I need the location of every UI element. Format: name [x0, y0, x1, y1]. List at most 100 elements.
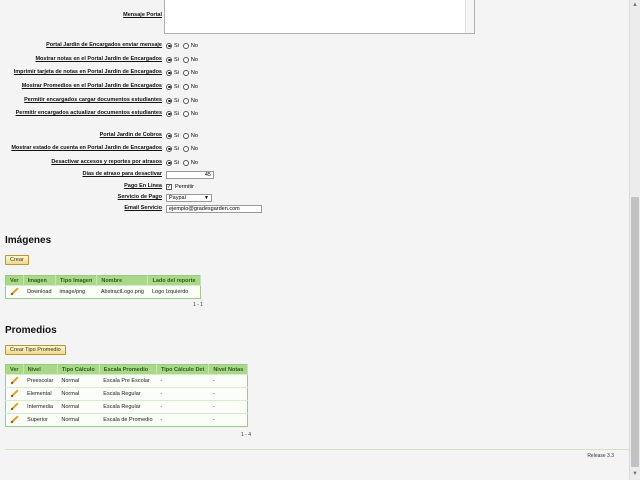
radio-no[interactable] [182, 56, 189, 63]
column-header: Tipo Cálculo Det [156, 364, 210, 375]
column-header: Imagen [23, 275, 57, 286]
table-cell: Intermedia [23, 400, 58, 414]
footer-divider [5, 449, 629, 450]
edit-pencil-icon[interactable] [10, 389, 19, 398]
radio-yes-label: Si [174, 56, 179, 63]
table-cell: image/png [55, 285, 97, 299]
radio-yes[interactable] [166, 110, 172, 117]
table-cell: Preescolar [23, 374, 58, 388]
days-input[interactable]: 45 [166, 170, 214, 179]
table-cell: Elemental [23, 387, 58, 401]
radio-no[interactable] [182, 145, 189, 152]
radio-yes-label: Si [174, 159, 179, 166]
radio-no[interactable] [182, 42, 189, 49]
edit-pencil-icon[interactable] [10, 415, 19, 424]
averages-table-header: Ver Nivel Tipo Cálculo Escala Promedio Tipo … [5, 364, 249, 375]
column-header: Escala Promedio [99, 364, 158, 375]
create-average-type-button[interactable]: Crear Tipo Promedio [5, 345, 66, 355]
table-cell: Escala Regular [99, 387, 157, 401]
pay-service-select[interactable]: Paypal ▼ [166, 193, 212, 202]
radio-setting-label: Mostrar notas en el Portal Jardin de Enc… [35, 56, 162, 62]
table-cell[interactable]: Download [23, 285, 56, 299]
radio-yes[interactable] [166, 159, 172, 166]
radio-yes[interactable] [166, 42, 172, 49]
radio-yes-label: Si [174, 83, 179, 90]
table-cell: Escala de Promedio [99, 413, 157, 427]
column-header: Lado del reporte [147, 275, 201, 286]
table-cell: - [156, 400, 209, 414]
table-cell: - [208, 374, 248, 388]
table-cell: Normal [57, 413, 100, 427]
email-service-row: Email Servicio ejemplo@gradesgarden.com [0, 204, 629, 213]
online-pay-checkbox[interactable]: ✓ [166, 183, 172, 190]
radio-setting-label: Portal Jardin de Encargados enviar mensa… [46, 42, 162, 48]
column-header: Nivel Notas [208, 364, 249, 375]
radio-yes-label: Si [174, 145, 179, 152]
radio-no[interactable] [182, 97, 189, 104]
radio-no[interactable] [182, 83, 189, 90]
radio-yes[interactable] [166, 83, 172, 90]
radio-no[interactable] [182, 110, 189, 117]
radio-yes[interactable] [166, 97, 172, 104]
table-cell: - [156, 374, 209, 388]
radio-no-label: No [190, 42, 198, 49]
table-cell: Normal [57, 387, 100, 401]
images-table: Ver Imagen Tipo Imagen Nombre Lado del repor… [5, 275, 201, 299]
create-image-button[interactable]: Crear [5, 255, 29, 265]
radio-setting-label: Mostrar Promedios en el Portal Jardin de… [21, 83, 162, 89]
table-cell: Escala Pre Escolar [99, 374, 157, 388]
table-cell: - [156, 387, 209, 401]
radio-setting-row: Mostrar Promedios en el Portal Jardin de… [0, 82, 629, 91]
radio-yes-label: Si [174, 132, 179, 139]
edit-pencil-icon[interactable] [10, 376, 19, 385]
radio-no[interactable] [182, 69, 189, 76]
radio-yes[interactable] [166, 132, 172, 139]
column-header: Nivel [23, 364, 58, 375]
days-row: Dias de atraso para desactivar 45 [0, 170, 629, 179]
scroll-up-icon[interactable]: ▲ [630, 0, 640, 11]
images-title: Imágenes [5, 235, 52, 246]
online-pay-label: Pago En Linea [124, 183, 162, 189]
email-service-input[interactable]: ejemplo@gradesgarden.com [166, 204, 262, 213]
page-scrollbar[interactable]: ▲ ▼ [629, 0, 640, 480]
radio-no-label: No [190, 69, 198, 76]
radio-yes-label: Si [174, 42, 179, 49]
radio-yes[interactable] [166, 56, 172, 63]
edit-pencil-icon[interactable] [10, 402, 19, 411]
column-header: Tipo Cálculo [57, 364, 100, 375]
averages-title: Promedios [5, 325, 57, 336]
averages-table: Ver Nivel Tipo Cálculo Escala Promedio Tipo … [5, 364, 249, 427]
main-content: Mensaje Portal Portal Jardin de Encargad… [0, 0, 629, 480]
table-row: Superior Normal Escala de Promedio - - [5, 413, 248, 427]
radio-no-label: No [190, 132, 198, 139]
scroll-thumb[interactable] [631, 197, 639, 467]
table-cell: Normal [57, 374, 100, 388]
radio-setting-label: Permitir encargados cargar documentos es… [24, 97, 162, 103]
radio-no-label: No [190, 159, 198, 166]
message-textarea[interactable] [164, 0, 475, 34]
email-service-label: Email Servicio [124, 205, 162, 211]
online-pay-option: Permitir [175, 183, 194, 190]
table-row: Download image/png AbstractLogo.png Logo Iz… [5, 285, 201, 299]
table-row: Preescolar Normal Escala Pre Escolar - - [5, 374, 248, 388]
radio-yes-label: Si [174, 97, 179, 104]
radio-no[interactable] [182, 159, 189, 166]
radio-setting-row: Desactivar accesos y reportes por atraso… [0, 158, 629, 167]
radio-yes[interactable] [166, 69, 172, 76]
textarea-scrollbar[interactable] [465, 0, 474, 33]
scroll-down-icon[interactable]: ▼ [630, 469, 640, 480]
radio-yes[interactable] [166, 145, 172, 152]
radio-setting-label: Mostrar estado de cuenta en Portal Jardi… [11, 145, 162, 151]
images-table-header: Ver Imagen Tipo Imagen Nombre Lado del repor… [5, 275, 201, 286]
table-cell: - [208, 413, 248, 427]
radio-no-label: No [190, 110, 198, 117]
table-cell: - [208, 387, 248, 401]
table-row: Intermedia Normal Escala Regular - - [5, 400, 248, 414]
images-pager: 1 - 1 [193, 302, 204, 308]
radio-no[interactable] [182, 132, 189, 139]
column-header: Ver [5, 364, 24, 375]
radio-setting-row: Permitir encargados actualizar documento… [0, 109, 629, 118]
edit-pencil-icon[interactable] [10, 287, 19, 296]
table-cell: Escala Regular [99, 400, 157, 414]
days-label: Dias de atraso para desactivar [82, 171, 163, 177]
